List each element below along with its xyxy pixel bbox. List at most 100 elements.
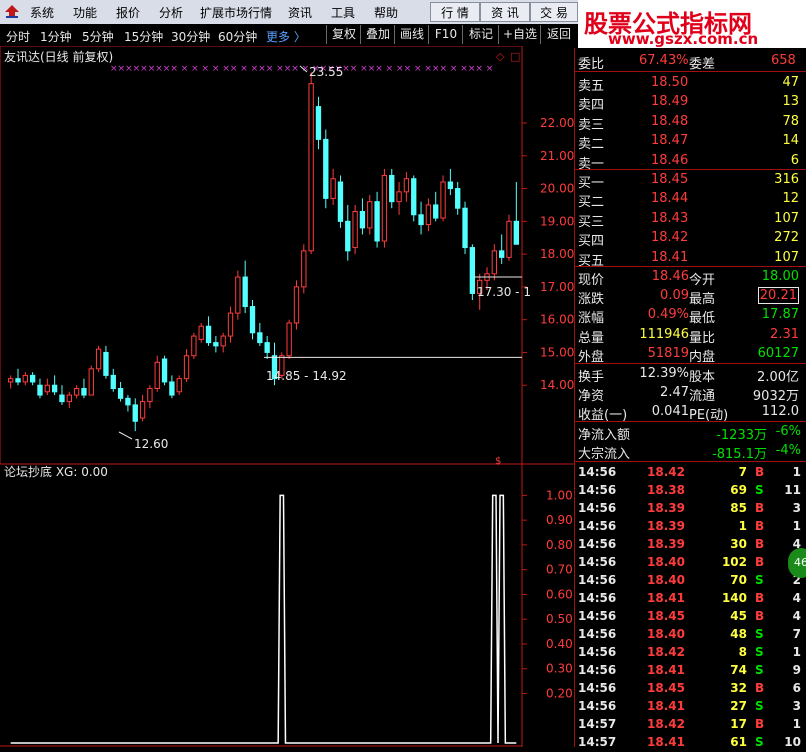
ask-volume: 14: [782, 133, 799, 149]
bid-row[interactable]: 买四 18.42 272: [575, 229, 806, 249]
bid-label: 买二: [578, 195, 605, 211]
menu-quote[interactable]: 报价: [116, 4, 140, 21]
tab-market-quotes[interactable]: 行 情: [430, 2, 480, 22]
candlestick: [286, 319, 292, 359]
trade-volume: 48: [730, 627, 747, 641]
indicator-axis-tick: 0.80: [546, 538, 573, 552]
bid-row[interactable]: 买一 18.45 316: [575, 171, 806, 191]
quote-panel: 委比 67.43% 委差 658 卖五 18.50 47 卖四 18.49 13 卖三 18.…: [574, 48, 806, 749]
tick-trade-row: 14:57 18.41 61 S 10: [575, 734, 806, 752]
trade-count: 7: [792, 627, 801, 641]
bid-row[interactable]: 买五 18.41 107: [575, 249, 806, 269]
tick-trade-row: 14:56 18.45 45 B 4: [575, 608, 806, 626]
menu-extended-market[interactable]: 扩展市场行情: [200, 4, 272, 21]
trade-time: 14:56: [578, 645, 617, 659]
trade-volume: 27: [730, 699, 747, 713]
kline-chart-svg[interactable]: 14.00 15.00 16.00 17.00 18.00 19.00 20.00 21.00…: [0, 45, 578, 747]
trade-count: 4: [792, 591, 801, 605]
candlestick: [293, 280, 300, 330]
menu-news[interactable]: 资讯: [288, 4, 312, 21]
fundamental-value: 12.39%: [639, 366, 689, 381]
flow-value: -815.1万: [712, 447, 767, 462]
menu-function[interactable]: 功能: [73, 4, 97, 21]
trade-time: 14:57: [578, 717, 617, 731]
bid-row[interactable]: 买三 18.43 107: [575, 210, 806, 230]
ask-row[interactable]: 卖五 18.50 47: [575, 74, 806, 94]
bid-volume: 272: [774, 230, 799, 246]
trade-volume: 30: [730, 537, 747, 551]
ask-row[interactable]: 卖四 18.49 13: [575, 93, 806, 113]
window-toggle-icon[interactable]: □: [510, 50, 520, 63]
app-logo-icon: [5, 5, 19, 18]
bid-price: 18.44: [651, 191, 689, 207]
stat-label: 最高: [689, 292, 716, 308]
indicator-axis-tick: 0.20: [546, 686, 573, 700]
trade-time: 14:56: [578, 591, 617, 605]
stat-value: 18.00: [761, 269, 799, 284]
signal-marker-row: ××××××××× × × × × ×× × ××× ××× × ×××××× …: [110, 64, 493, 74]
adjust-price-button[interactable]: 复权: [326, 25, 361, 44]
diamond-icon[interactable]: ◇: [496, 50, 505, 63]
float-badge[interactable]: 46: [788, 548, 806, 578]
fundamental-label: 流通: [689, 389, 716, 404]
trade-direction: B: [755, 465, 765, 479]
stat-row: 涨跌 0.09 最高 20.21: [575, 287, 806, 308]
trade-volume: 17: [730, 717, 747, 731]
f10-button[interactable]: F10: [428, 25, 463, 44]
indicator-axis-tick: 0.50: [546, 612, 573, 626]
more-periods-button[interactable]: 更多 〉: [266, 28, 306, 45]
candlestick: [176, 375, 182, 396]
trade-price: 18.39: [647, 501, 685, 515]
trade-direction: B: [755, 717, 765, 731]
period-30min[interactable]: 30分钟: [171, 28, 210, 45]
stat-value: 51819: [647, 345, 689, 361]
trade-price: 18.42: [647, 465, 685, 479]
ask-row[interactable]: 卖一 18.46 6: [575, 152, 806, 172]
trade-price: 18.40: [647, 627, 685, 641]
price-axis-tick: 22.00: [540, 116, 574, 130]
period-60min[interactable]: 60分钟: [218, 28, 257, 45]
period-timeshare[interactable]: 分时: [6, 28, 30, 45]
tick-trade-row: 14:56 18.39 30 B 4: [575, 536, 806, 554]
trade-count: 11: [784, 483, 801, 497]
chart-area[interactable]: 14.00 15.00 16.00 17.00 18.00 19.00 20.00 21.00…: [0, 45, 578, 747]
add-favorite-button[interactable]: +自选: [498, 25, 541, 44]
draw-line-button[interactable]: 画线: [394, 25, 429, 44]
mark-button[interactable]: 标记: [462, 25, 499, 44]
trade-price: 18.38: [647, 483, 685, 497]
ask-price: 18.47: [651, 133, 689, 149]
period-1min[interactable]: 1分钟: [40, 28, 72, 45]
capital-flow-row: 大宗流入 -815.1万 -4%: [575, 442, 806, 462]
trade-count: 4: [792, 609, 801, 623]
tab-trade[interactable]: 交 易: [530, 2, 578, 22]
menu-help[interactable]: 帮助: [374, 4, 398, 21]
ask-price: 18.46: [651, 152, 689, 168]
overlay-button[interactable]: 叠加: [360, 25, 395, 44]
trade-time: 14:56: [578, 609, 617, 623]
ask-volume: 6: [790, 152, 799, 168]
price-axis-tick: 21.00: [540, 149, 574, 163]
stat-label: 现价: [578, 273, 605, 288]
ask-row[interactable]: 卖二 18.47 14: [575, 132, 806, 152]
price-axis-tick: 15.00: [540, 345, 574, 359]
period-5min[interactable]: 5分钟: [82, 28, 114, 45]
trade-volume: 32: [730, 681, 747, 695]
tab-news[interactable]: 资 讯: [480, 2, 530, 22]
candlestick: [235, 270, 241, 320]
back-button[interactable]: 返回: [540, 25, 577, 44]
menu-tools[interactable]: 工具: [331, 4, 355, 21]
ask-row[interactable]: 卖三 18.48 78: [575, 113, 806, 133]
stat-label: 内盘: [689, 349, 716, 365]
period-15min[interactable]: 15分钟: [124, 28, 163, 45]
stat-label: 最低: [689, 311, 716, 327]
stat-value: 20.21: [757, 287, 799, 305]
fundamental-row: 收益(一) 0.041 PE(动) 112.0: [575, 403, 806, 423]
trade-time: 14:56: [578, 627, 617, 641]
bid-row[interactable]: 买二 18.44 12: [575, 190, 806, 211]
candlestick: [381, 168, 388, 248]
trade-volume: 74: [730, 663, 747, 677]
stat-label: 涨幅: [578, 311, 605, 327]
tick-trade-row: 14:56 18.38 69 S 11: [575, 482, 806, 500]
menu-system[interactable]: 系统: [30, 4, 54, 21]
menu-analysis[interactable]: 分析: [159, 4, 183, 21]
